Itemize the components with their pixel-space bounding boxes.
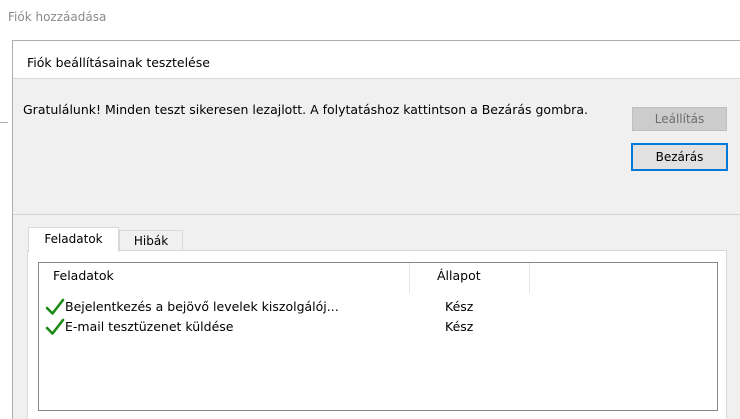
task-status: Kész xyxy=(445,299,474,314)
dialog-title: Fiók beállításainak tesztelése xyxy=(27,55,210,70)
task-status: Kész xyxy=(445,319,474,334)
header-divider xyxy=(13,78,740,79)
column-header-tasks[interactable]: Feladatok xyxy=(53,263,114,287)
checkmark-icon xyxy=(45,298,65,316)
result-message: Gratulálunk! Minden teszt sikeresen leza… xyxy=(23,102,588,117)
table-row[interactable]: Bejelentkezés a bejövő levelek kiszolgál… xyxy=(39,297,717,317)
section-divider xyxy=(13,214,740,215)
background-edge-mark xyxy=(0,122,8,123)
background-window-title: Fiók hozzáadása xyxy=(8,10,107,24)
checkmark-icon xyxy=(45,318,65,336)
screen: Fiók hozzáadása Fiók beállításainak tesz… xyxy=(0,0,740,419)
account-test-dialog: Fiók beállításainak tesztelése Gratulálu… xyxy=(12,40,740,419)
stop-button[interactable]: Leállítás xyxy=(632,107,727,131)
tab-errors[interactable]: Hibák xyxy=(119,230,183,251)
close-button[interactable]: Bezárás xyxy=(631,143,728,171)
task-name: Bejelentkezés a bejövő levelek kiszolgál… xyxy=(65,299,339,314)
list-header: Feladatok Állapot xyxy=(39,263,717,293)
table-row[interactable]: E-mail tesztüzenet küldése Kész xyxy=(39,317,717,337)
task-name: E-mail tesztüzenet küldése xyxy=(65,319,234,334)
column-divider xyxy=(529,263,530,293)
tasks-list[interactable]: Feladatok Állapot Bejelentkezés a bejövő… xyxy=(38,262,718,411)
tab-tasks[interactable]: Feladatok xyxy=(28,227,119,252)
column-divider xyxy=(409,263,410,293)
column-header-status[interactable]: Állapot xyxy=(437,263,481,287)
tasks-tab-panel: Feladatok Állapot Bejelentkezés a bejövő… xyxy=(27,250,727,419)
dialog-header: Fiók beállításainak tesztelése xyxy=(13,41,740,78)
